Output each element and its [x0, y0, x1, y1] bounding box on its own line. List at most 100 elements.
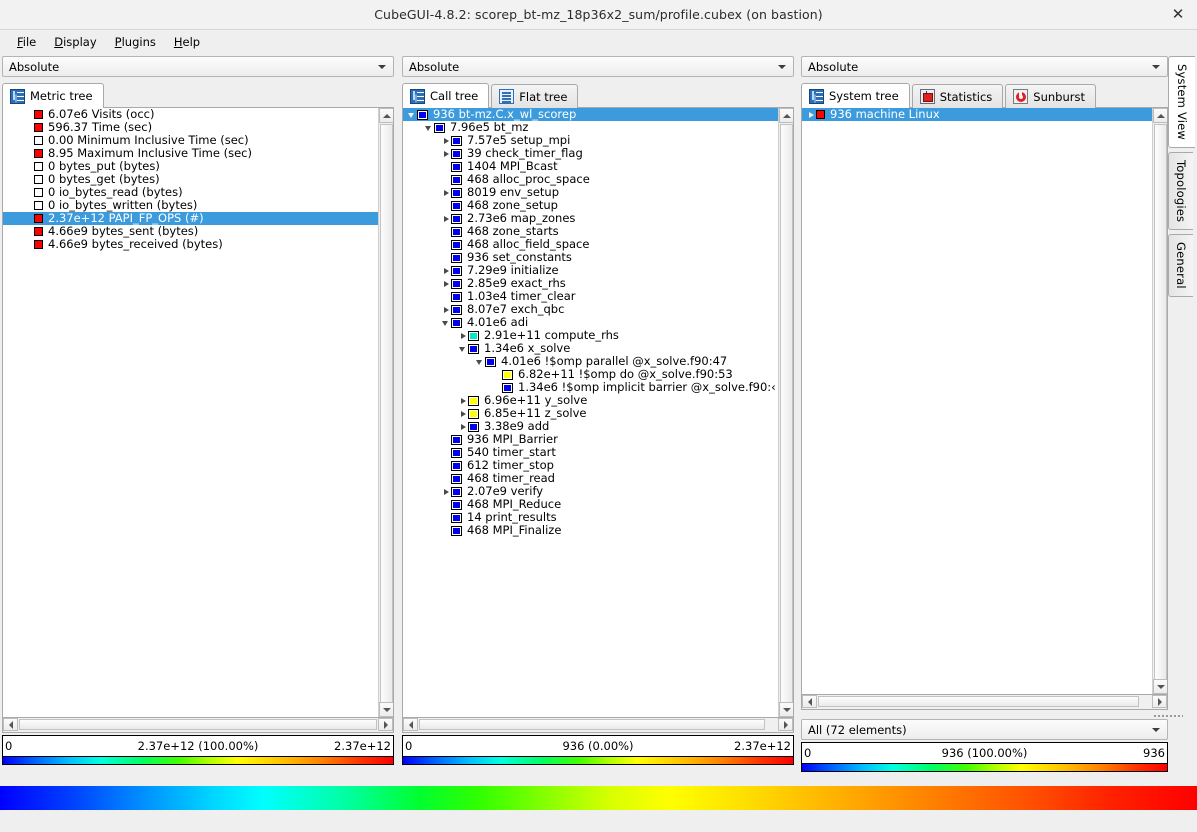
tree-row[interactable]: 8.07e7 exch_qbc: [403, 303, 778, 316]
tree-row[interactable]: 6.85e+11 z_solve: [403, 407, 778, 420]
chevron-right-icon[interactable]: [440, 277, 451, 290]
tree-row[interactable]: 39 check_timer_flag: [403, 147, 778, 160]
chevron-right-icon[interactable]: [440, 485, 451, 498]
side-tab-topologies[interactable]: Topologies: [1168, 152, 1193, 230]
metric-tree-view[interactable]: 6.07e6 Visits (occ)596.37 Time (sec)0.00…: [2, 108, 394, 718]
system-horizontal-scrollbar[interactable]: [801, 695, 1168, 710]
scroll-up-icon[interactable]: [1153, 108, 1168, 123]
menu-help[interactable]: Help: [165, 33, 209, 51]
metric-horizontal-scrollbar[interactable]: [2, 718, 394, 733]
tree-spacer: [23, 173, 34, 186]
tree-row[interactable]: 468 MPI_Reduce: [403, 498, 778, 511]
tree-row[interactable]: 6.96e+11 y_solve: [403, 394, 778, 407]
chevron-down-icon[interactable]: [406, 108, 417, 121]
scroll-thumb[interactable]: [419, 719, 765, 730]
metric-color-legend: [2, 757, 394, 765]
tree-row[interactable]: 468 zone_setup: [403, 199, 778, 212]
chevron-right-icon[interactable]: [457, 420, 468, 433]
tree-row[interactable]: 936 set_constants: [403, 251, 778, 264]
call-mode-combo[interactable]: Absolute: [402, 56, 794, 77]
call-vertical-scrollbar[interactable]: [778, 108, 793, 717]
close-icon[interactable]: ✕: [1169, 6, 1187, 24]
system-vertical-scrollbar[interactable]: [1152, 108, 1167, 694]
tree-row[interactable]: 540 timer_start: [403, 446, 778, 459]
menu-file[interactable]: File: [8, 33, 45, 51]
system-tree-view[interactable]: 936 machine Linux: [801, 108, 1168, 695]
chevron-right-icon[interactable]: [457, 407, 468, 420]
chevron-down-icon[interactable]: [440, 316, 451, 329]
scroll-down-icon[interactable]: [379, 702, 394, 717]
system-mode-combo[interactable]: Absolute: [801, 56, 1168, 77]
chevron-right-icon[interactable]: [440, 186, 451, 199]
splitter-grip[interactable]: [1153, 713, 1183, 717]
chevron-right-icon[interactable]: [457, 329, 468, 342]
tree-row[interactable]: 1404 MPI_Bcast: [403, 160, 778, 173]
menu-display[interactable]: Display: [45, 33, 105, 51]
tab-statistics[interactable]: Statistics: [912, 84, 1004, 108]
tree-row[interactable]: 7.96e5 bt_mz: [403, 121, 778, 134]
tree-row[interactable]: 4.66e9 bytes_received (bytes): [3, 238, 378, 251]
scroll-thumb[interactable]: [780, 124, 793, 704]
scroll-up-icon[interactable]: [779, 108, 794, 123]
scroll-right-icon[interactable]: [1152, 695, 1167, 708]
chevron-right-icon[interactable]: [440, 147, 451, 160]
chevron-down-icon[interactable]: [474, 355, 485, 368]
scroll-right-icon[interactable]: [378, 718, 393, 731]
tree-row[interactable]: 3.38e9 add: [403, 420, 778, 433]
chevron-right-icon[interactable]: [440, 134, 451, 147]
tab-system-tree[interactable]: System tree: [801, 83, 910, 108]
menu-plugins[interactable]: Plugins: [106, 33, 165, 51]
tree-row[interactable]: 14 print_results: [403, 511, 778, 524]
chevron-right-icon[interactable]: [457, 394, 468, 407]
chevron-right-icon[interactable]: [440, 212, 451, 225]
call-tree-view[interactable]: 936 bt-mz.C.x_wl_scorep7.96e5 bt_mz7.57e…: [402, 108, 794, 718]
tree-row[interactable]: 2.85e9 exact_rhs: [403, 277, 778, 290]
tab-sunburst[interactable]: Sunburst: [1005, 84, 1096, 108]
tree-row[interactable]: 7.57e5 setup_mpi: [403, 134, 778, 147]
scroll-left-icon[interactable]: [403, 718, 418, 731]
scroll-left-icon[interactable]: [3, 718, 18, 731]
scroll-down-icon[interactable]: [1153, 679, 1168, 694]
side-tab-label: Topologies: [1174, 153, 1188, 229]
tree-row[interactable]: 1.34e6 !$omp implicit barrier @x_solve.f…: [403, 381, 778, 394]
chevron-right-icon[interactable]: [440, 303, 451, 316]
tree-row[interactable]: 468 timer_read: [403, 472, 778, 485]
tree-row[interactable]: 468 MPI_Finalize: [403, 524, 778, 537]
metric-vertical-scrollbar[interactable]: [378, 108, 393, 717]
tree-row[interactable]: 468 zone_starts: [403, 225, 778, 238]
tab-label: Statistics: [940, 90, 993, 104]
tree-row[interactable]: 7.29e9 initialize: [403, 264, 778, 277]
chevron-right-icon[interactable]: [805, 108, 816, 121]
scroll-thumb[interactable]: [1154, 124, 1167, 681]
scroll-down-icon[interactable]: [779, 702, 794, 717]
chevron-down-icon[interactable]: [423, 121, 434, 134]
tab-call-tree[interactable]: Call tree: [402, 83, 489, 108]
tree-row[interactable]: 2.73e6 map_zones: [403, 212, 778, 225]
system-elements-combo[interactable]: All (72 elements): [801, 719, 1168, 740]
chevron-right-icon[interactable]: [440, 264, 451, 277]
scroll-right-icon[interactable]: [778, 718, 793, 731]
scroll-left-icon[interactable]: [802, 695, 817, 708]
tree-row[interactable]: 936 machine Linux: [802, 108, 1152, 121]
scroll-thumb[interactable]: [818, 696, 1139, 707]
side-tab-system-view[interactable]: System View: [1168, 56, 1195, 148]
tab-flat-tree[interactable]: Flat tree: [491, 84, 578, 108]
tab-metric-tree[interactable]: Metric tree: [2, 83, 104, 108]
tree-row[interactable]: 8019 env_setup: [403, 186, 778, 199]
tree-row[interactable]: 2.91e+11 compute_rhs: [403, 329, 778, 342]
tree-row[interactable]: 612 timer_stop: [403, 459, 778, 472]
scroll-thumb[interactable]: [380, 124, 393, 704]
tree-row[interactable]: 1.03e4 timer_clear: [403, 290, 778, 303]
metric-mode-combo[interactable]: Absolute: [2, 56, 394, 77]
tree-row[interactable]: 2.07e9 verify: [403, 485, 778, 498]
scroll-thumb[interactable]: [19, 719, 377, 730]
tree-row[interactable]: 468 alloc_field_space: [403, 238, 778, 251]
tree-row[interactable]: 936 MPI_Barrier: [403, 433, 778, 446]
scroll-up-icon[interactable]: [379, 108, 394, 123]
call-horizontal-scrollbar[interactable]: [402, 718, 794, 733]
side-tab-general[interactable]: General: [1168, 234, 1193, 297]
tree-spacer: [23, 225, 34, 238]
severity-box-icon: [451, 175, 462, 185]
chevron-down-icon[interactable]: [457, 342, 468, 355]
tree-row[interactable]: 468 alloc_proc_space: [403, 173, 778, 186]
